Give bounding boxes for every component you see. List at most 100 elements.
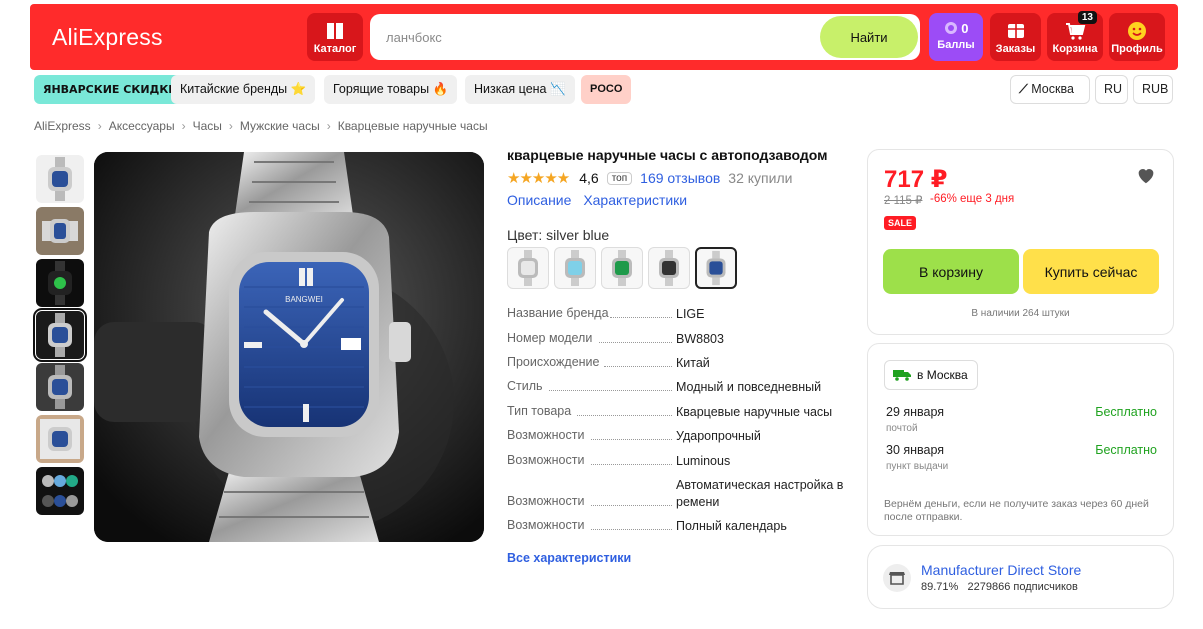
spec-key: Стиль — [507, 379, 543, 393]
thumbnail[interactable] — [36, 207, 84, 255]
spec-value: Автоматическая настройка в ремени — [676, 478, 844, 509]
top-badge: топ — [606, 171, 633, 185]
cart-button[interactable]: 13 Корзина — [1047, 11, 1103, 61]
watch-image: BANGWEI — [94, 152, 484, 542]
watch-brand-text: BANGWEI — [285, 295, 323, 304]
promo-chinese-brands[interactable]: Китайские бренды ⭐ — [171, 75, 316, 104]
thumbnail[interactable] — [36, 363, 84, 411]
watch-swatch-icon — [706, 250, 726, 286]
reviews-link[interactable]: 169 отзывов — [640, 170, 720, 186]
points-button[interactable]: 0 Баллы — [929, 13, 983, 61]
breadcrumb-item[interactable]: Мужские часы — [240, 119, 320, 133]
product-main-image[interactable]: BANGWEI — [94, 152, 484, 542]
product-title: кварцевые наручные часы с автоподзаводом — [507, 147, 828, 163]
color-swatch[interactable] — [601, 247, 643, 289]
product-tabs: Описание Характеристики — [507, 192, 695, 208]
thumbnail[interactable] — [36, 259, 84, 307]
catalog-icon — [327, 23, 343, 39]
breadcrumb-item[interactable]: AliExpress — [34, 119, 91, 133]
buy-now-button[interactable]: Купить сейчас — [1023, 249, 1159, 294]
coin-icon — [944, 22, 957, 34]
delivery-date: 29 января — [886, 405, 945, 419]
points-value: 0 — [961, 21, 969, 36]
delivery-method: почтой — [886, 423, 918, 434]
breadcrumb-item[interactable]: Аксессуары — [109, 119, 175, 133]
store-card[interactable]: Manufacturer Direct Store 89.71% 2279866… — [867, 545, 1174, 609]
orders-button[interactable]: Заказы — [990, 13, 1041, 61]
watch-thumb-icon — [42, 219, 78, 243]
spec-value: Кварцевые наручные часы — [676, 405, 833, 419]
thumbnail-selected[interactable] — [33, 308, 87, 362]
watch-thumb-icon — [40, 419, 80, 459]
store-name[interactable]: Manufacturer Direct Store — [921, 562, 1081, 578]
current-price: 717 ₽ — [884, 166, 948, 193]
heart-icon[interactable] — [1135, 164, 1157, 186]
thumbnail[interactable] — [36, 467, 84, 515]
delivery-date: 30 января — [886, 443, 945, 457]
store-icon — [883, 564, 911, 592]
breadcrumb-item[interactable]: Часы — [193, 119, 222, 133]
delivery-card: в Москва 29 января почтой Бесплатно 30 я… — [867, 343, 1174, 536]
color-swatch[interactable] — [507, 247, 549, 289]
spec-key: Номер модели — [507, 331, 593, 345]
color-swatch[interactable] — [554, 247, 596, 289]
watch-thumb-icon — [48, 261, 72, 305]
spec-value: Китай — [676, 356, 710, 370]
all-specs-link[interactable]: Все характеристики — [507, 551, 631, 565]
color-swatch[interactable] — [648, 247, 690, 289]
watch-swatch-icon — [565, 250, 585, 286]
spec-key: Возможности — [507, 494, 585, 508]
spec-key: Возможности — [507, 453, 585, 467]
points-row: 0 — [929, 21, 983, 36]
search-button[interactable]: Найти — [820, 16, 918, 58]
spec-value: LIGE — [676, 307, 705, 321]
tab-specifications[interactable]: Характеристики — [583, 192, 687, 208]
stock-info: В наличии 264 штуки — [971, 308, 1070, 319]
watch-thumb-icon — [48, 365, 72, 409]
delivery-method: пункт выдачи — [886, 461, 949, 472]
search-input[interactable]: ланчбокс — [386, 30, 442, 45]
add-to-cart-button[interactable]: В корзину — [883, 249, 1019, 294]
sale-badge: SALE — [884, 216, 917, 230]
promo-low-price[interactable]: Низкая цена 📉 — [465, 75, 575, 104]
catalog-button[interactable]: Каталог — [307, 13, 363, 61]
location-label: Москва — [1031, 82, 1074, 96]
watch-swatch-icon — [659, 250, 679, 286]
language-selector[interactable]: RU — [1095, 75, 1128, 104]
watch-swatch-icon — [612, 250, 632, 286]
top-header: AliExpress Каталог ланчбокс Найти 0 Балл… — [30, 4, 1178, 70]
spec-key: Возможности — [507, 518, 585, 532]
thumbnail[interactable] — [36, 415, 84, 463]
profile-button[interactable]: Профиль — [1109, 13, 1165, 61]
spec-key: Тип товара — [507, 404, 572, 418]
store-subscribers: 2279866 подписчиков — [967, 581, 1078, 593]
breadcrumb-item[interactable]: Кварцевые наручные часы — [338, 119, 488, 133]
delivery-city: в Москва — [917, 368, 968, 382]
promo-poco[interactable]: POCO — [581, 75, 632, 104]
tab-description[interactable]: Описание — [507, 192, 571, 208]
promo-hot-items[interactable]: Горящие товары 🔥 — [324, 75, 458, 104]
spec-value: BW8803 — [676, 332, 724, 346]
color-label: Цвет: silver blue — [507, 227, 610, 243]
price-card: 717 ₽ 2 115 ₽ -66% еще 3 дня SALE В корз… — [867, 149, 1174, 335]
delivery-city-button[interactable]: в Москва — [884, 360, 978, 390]
rating-row: ★★★★★ 4,6 топ 169 отзывов 32 купили — [507, 169, 792, 187]
delivery-price: Бесплатно — [1095, 405, 1157, 419]
currency-selector[interactable]: RUB — [1133, 75, 1173, 104]
color-swatch-selected[interactable] — [695, 247, 737, 289]
spec-value: Полный календарь — [676, 519, 787, 533]
thumbnail[interactable] — [36, 155, 84, 203]
cart-count-badge: 13 — [1077, 11, 1097, 24]
breadcrumb: AliExpress › Аксессуары › Часы › Мужские ча… — [34, 119, 488, 133]
promo-january-sale[interactable]: ЯНВАРСКИЕ СКИДКИ — [34, 75, 187, 104]
spec-key: Название бренда — [507, 306, 609, 320]
location-pin-icon: ⟋ — [1019, 82, 1028, 96]
smiley-icon — [1128, 22, 1146, 40]
delivery-price: Бесплатно — [1095, 443, 1157, 457]
chevron-right-icon: › — [228, 119, 233, 133]
watch-thumb-icon — [48, 157, 72, 201]
profile-label: Профиль — [1111, 43, 1163, 55]
spec-key: Происхождение — [507, 355, 600, 369]
aliexpress-logo[interactable]: AliExpress — [52, 24, 163, 51]
location-selector[interactable]: ⟋ Москва — [1010, 75, 1090, 104]
